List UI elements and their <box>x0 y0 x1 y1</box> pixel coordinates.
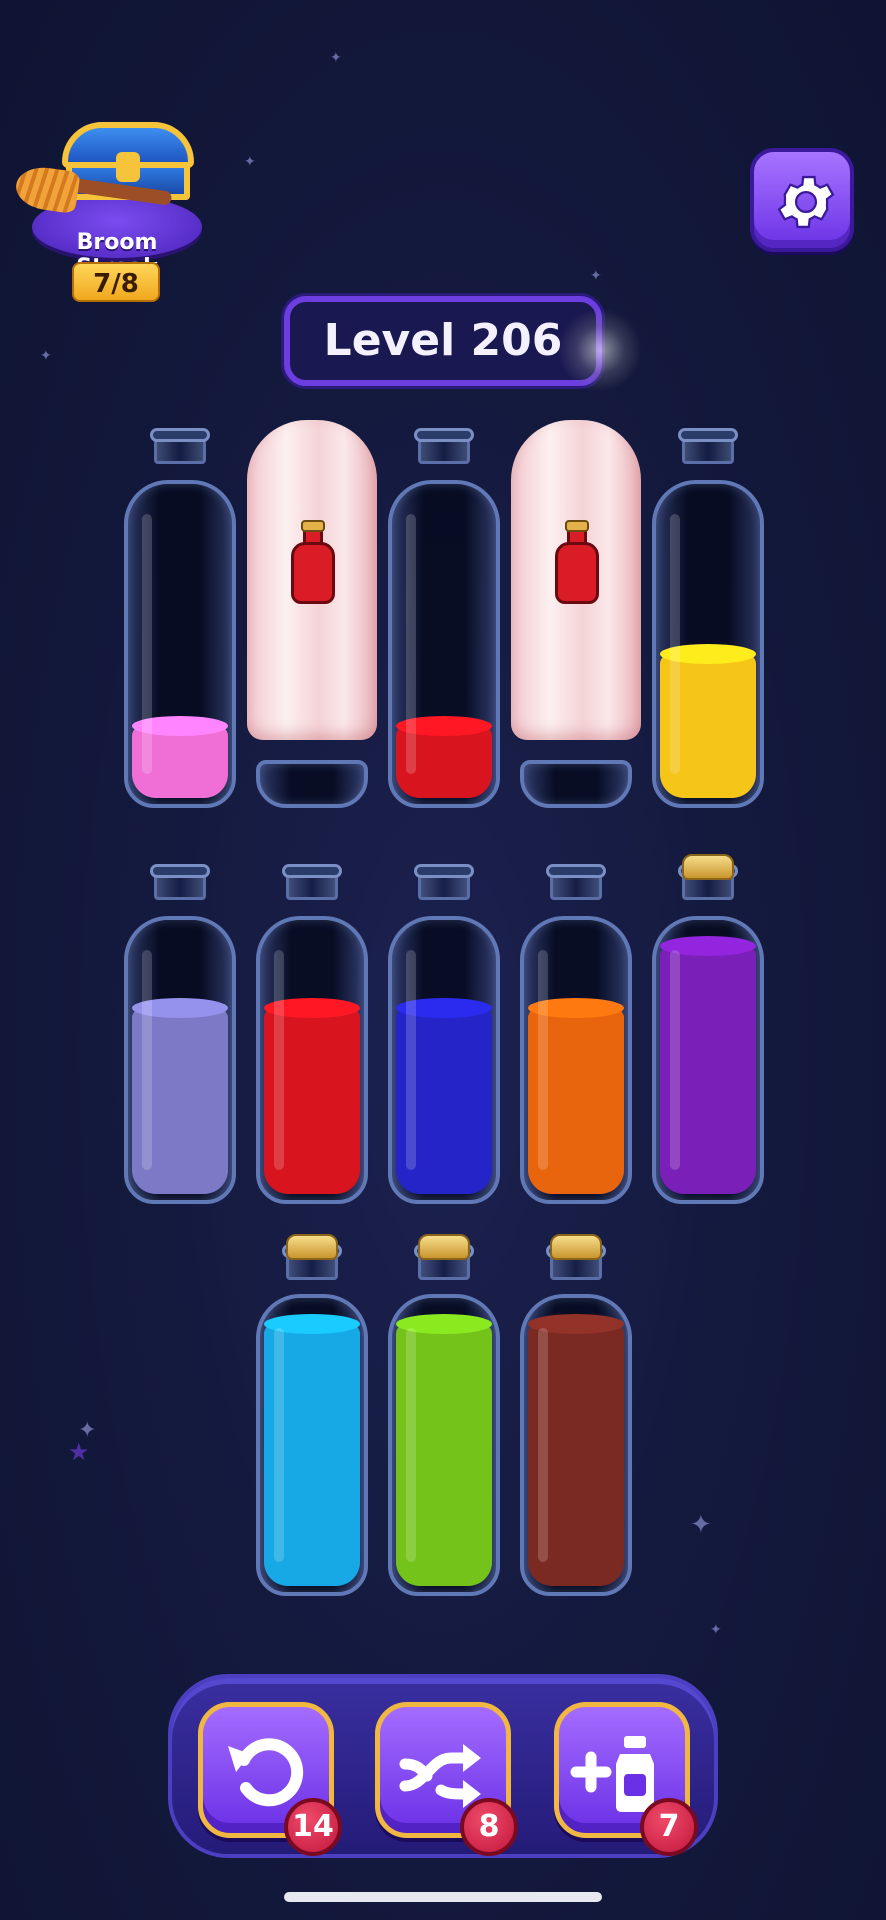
home-indicator <box>284 1892 602 1902</box>
glass-shine <box>538 950 548 1170</box>
broom-streak-badge[interactable]: Broom Streak 7/8 <box>10 118 210 308</box>
gear-icon <box>777 175 835 229</box>
glass-shine <box>670 514 680 774</box>
bottle-lip <box>150 428 210 442</box>
cork-icon <box>286 1234 338 1260</box>
broom-icon <box>10 163 173 215</box>
star-decoration: ✦ <box>590 268 602 284</box>
bottle-glass <box>388 916 500 1204</box>
bottle-glass <box>388 1294 500 1596</box>
bottle-glass <box>652 480 764 808</box>
bottle-lip <box>546 864 606 878</box>
touch-indicator <box>558 308 642 392</box>
level-indicator: Level 206 <box>284 296 602 386</box>
bottle-lip <box>414 864 474 878</box>
cork-icon <box>682 854 734 880</box>
star-decoration: ✦ <box>244 154 256 170</box>
hidden-bottle-veil[interactable] <box>247 420 377 740</box>
hidden-bottle-base <box>256 760 368 808</box>
bottle-glass <box>520 916 632 1204</box>
shuffle-count-badge: 8 <box>460 1798 518 1856</box>
glass-shine <box>142 514 152 774</box>
bottle-glass <box>256 916 368 1204</box>
glass-shine <box>274 1328 284 1562</box>
glass-shine <box>142 950 152 1170</box>
star-decoration: ★ <box>68 1438 90 1466</box>
bottle-glass <box>388 480 500 808</box>
hidden-bottle-veil[interactable] <box>511 420 641 740</box>
bottle-lip <box>414 428 474 442</box>
bottle-glass <box>124 480 236 808</box>
add-bottle-count-badge: 7 <box>640 1798 698 1856</box>
bottle-lip <box>282 864 342 878</box>
bottle-icon <box>291 520 335 604</box>
glass-shine <box>670 950 680 1170</box>
settings-button[interactable] <box>750 148 854 252</box>
cork-icon <box>550 1234 602 1260</box>
glass-shine <box>538 1328 548 1562</box>
bottle-glass <box>124 916 236 1204</box>
bottle-lip <box>150 864 210 878</box>
hidden-bottle-base <box>520 760 632 808</box>
star-decoration: ✦ <box>330 50 342 66</box>
bottle-glass <box>256 1294 368 1596</box>
streak-count: 7/8 <box>72 262 160 302</box>
glass-shine <box>406 950 416 1170</box>
glass-shine <box>274 950 284 1170</box>
cork-icon <box>418 1234 470 1260</box>
star-decoration: ✦ <box>710 1622 722 1638</box>
bottle-glass <box>520 1294 632 1596</box>
glass-shine <box>406 514 416 774</box>
star-decoration: ✦ <box>40 348 52 364</box>
glass-shine <box>406 1328 416 1562</box>
undo-count-badge: 14 <box>284 1798 342 1856</box>
bottle-glass <box>652 916 764 1204</box>
bottle-icon <box>555 520 599 604</box>
star-decoration: ✦ <box>690 1510 712 1540</box>
bottle-lip <box>678 428 738 442</box>
